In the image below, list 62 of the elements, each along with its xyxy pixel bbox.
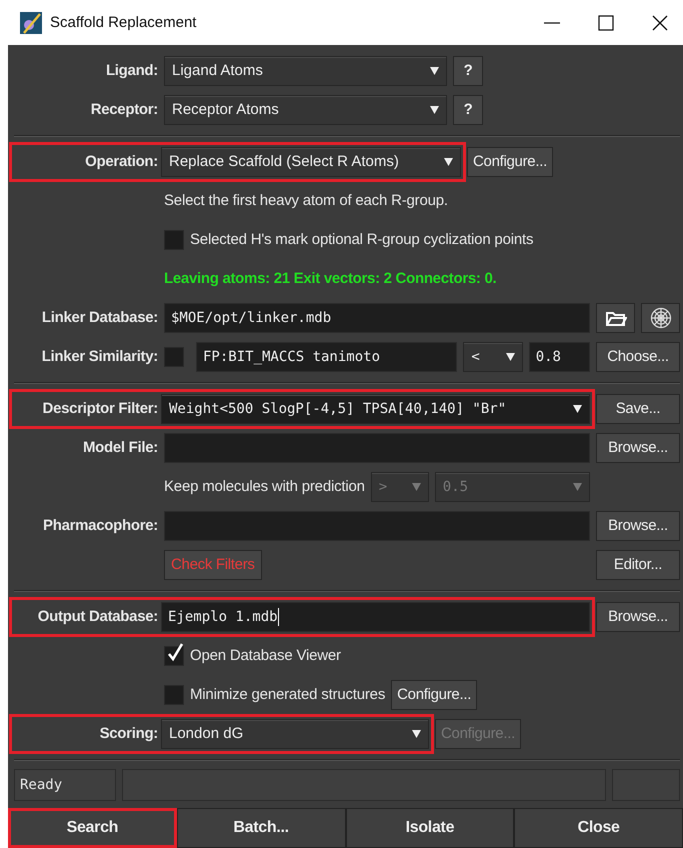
- button[interactable]: Browse...: [596, 510, 680, 540]
- operation-dropdown[interactable]: Replace Scaffold (Select R Atoms): [161, 146, 461, 176]
- button[interactable]: Browse...: [596, 602, 680, 632]
- checkbox[interactable]: [164, 646, 184, 666]
- button[interactable]: Configure...: [391, 680, 478, 710]
- field-label: Linker Database:: [40, 309, 158, 326]
- checkbox[interactable]: [164, 684, 184, 704]
- button[interactable]: Batch...: [176, 808, 346, 848]
- field-label: Model File:: [82, 439, 158, 456]
- caret-icon: [430, 66, 439, 75]
- threshold-field[interactable]: 0.8: [528, 342, 590, 372]
- field-label: Output Database:: [36, 608, 158, 625]
- caret-icon: [573, 404, 582, 413]
- receptor-dropdown[interactable]: Receptor Atoms: [164, 94, 447, 124]
- field-label: Operation:: [84, 153, 158, 170]
- button[interactable]: Save...: [596, 394, 680, 424]
- path-field[interactable]: $MOE/opt/linker.mdb: [164, 302, 590, 332]
- button[interactable]: ?: [453, 56, 483, 86]
- field-label: Linker Similarity:: [40, 348, 158, 365]
- button[interactable]: Configure...: [467, 146, 553, 176]
- output-field[interactable]: Ejemplo 1.mdb: [161, 602, 590, 632]
- field-label: Scoring:: [98, 725, 158, 742]
- button[interactable]: Close: [514, 808, 683, 848]
- field-label: Receptor:: [90, 101, 158, 118]
- text-cursor: [278, 608, 279, 626]
- button[interactable]: Editor...: [596, 550, 680, 580]
- filter-dropdown[interactable]: Weight<500 SlogP[-4,5] TPSA[40,140] "Br": [161, 394, 590, 424]
- scoring-dropdown[interactable]: London dG: [161, 718, 429, 748]
- ligand-dropdown[interactable]: Ligand Atoms: [164, 56, 447, 86]
- caret-icon: [444, 157, 453, 166]
- caret-icon: [412, 729, 421, 738]
- caret-icon: [412, 482, 421, 491]
- web-button[interactable]: [641, 302, 680, 332]
- checkbox-label: Selected H's mark optional R-group cyclization points: [190, 231, 534, 248]
- field-label: Ligand:: [104, 62, 158, 79]
- field-label: Descriptor Filter:: [42, 400, 158, 417]
- checkbox[interactable]: [164, 346, 184, 366]
- checkbox[interactable]: [164, 230, 184, 250]
- status-text: Ready: [14, 769, 116, 801]
- app-logo-icon: [20, 12, 42, 34]
- prediction-label: Keep molecules with prediction: [164, 478, 365, 495]
- spider-web-icon: [650, 306, 672, 328]
- caret-icon: [506, 352, 515, 361]
- button[interactable]: Isolate: [346, 808, 514, 848]
- button[interactable]: Browse...: [596, 432, 680, 462]
- hint-text: Select the first heavy atom of each R-group.: [164, 192, 448, 209]
- checkbox-label: Open Database Viewer: [190, 647, 341, 664]
- checkbox-label: Minimize generated structures: [190, 686, 386, 703]
- field-label: Pharmacophore:: [42, 517, 158, 534]
- folder-button[interactable]: [596, 302, 635, 332]
- file-field[interactable]: [164, 432, 590, 462]
- caret-icon: [430, 105, 439, 114]
- button[interactable]: Choose...: [596, 342, 680, 372]
- file-field[interactable]: [164, 510, 590, 540]
- status-message: Leaving atoms: 21 Exit vectors: 2 Connectors: 0.: [164, 270, 496, 287]
- operator-dropdown[interactable]: <: [463, 342, 523, 372]
- check-icon: [166, 642, 184, 662]
- caret-icon: [573, 482, 582, 491]
- button[interactable]: ?: [453, 94, 483, 124]
- button[interactable]: Search: [8, 808, 177, 848]
- window-title: Scaffold Replacement: [50, 14, 196, 31]
- fingerprint-field[interactable]: FP:BIT_MACCS tanimoto: [196, 342, 458, 372]
